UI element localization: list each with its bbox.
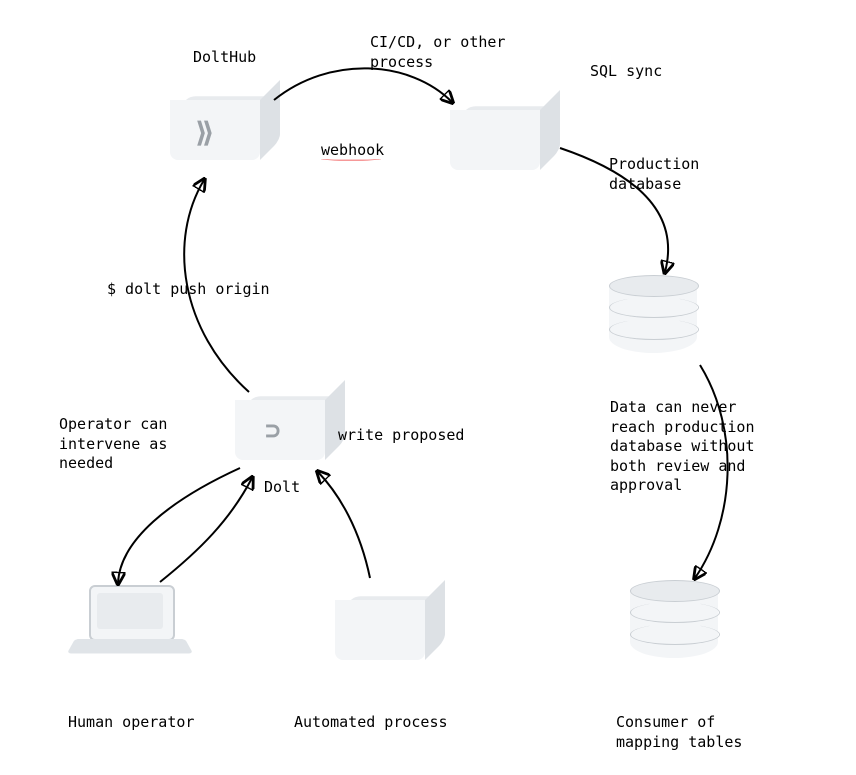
cicd-node xyxy=(450,90,540,180)
proddb-node xyxy=(609,275,697,363)
intervene-label: Operator can intervene as needed xyxy=(59,415,167,474)
dolt-node: ⊃ xyxy=(235,380,325,470)
consumer-node xyxy=(630,580,718,668)
dolthub-node: ⟫ xyxy=(170,80,260,170)
cube-icon xyxy=(450,90,540,180)
diagram-canvas: { "nodes": { "dolthub": {"label": "DoltH… xyxy=(0,0,856,775)
automated-label: Automated process xyxy=(294,713,448,733)
write-proposed-label: write proposed xyxy=(338,426,464,446)
human-label: Human operator xyxy=(68,713,194,733)
note-label: Data can never reach production database… xyxy=(610,398,755,496)
cube-icon xyxy=(335,580,425,670)
dolthub-label: DoltHub xyxy=(193,48,256,68)
push-label: $ dolt push origin xyxy=(107,280,270,300)
laptop-icon xyxy=(75,585,185,665)
automated-node xyxy=(335,580,425,670)
consumer-label: Consumer of mapping tables xyxy=(616,713,742,752)
cube-icon: ⊃ xyxy=(235,380,325,470)
database-icon xyxy=(630,580,718,668)
dolt-label: Dolt xyxy=(264,478,300,498)
spellcheck-squiggle xyxy=(321,157,381,160)
cicd-label: CI/CD, or other process xyxy=(370,33,505,72)
proddb-label: Production database xyxy=(609,155,699,194)
cube-icon: ⟫ xyxy=(170,80,260,170)
sqlsync-label: SQL sync xyxy=(590,62,662,82)
human-node xyxy=(75,585,185,665)
database-icon xyxy=(609,275,697,363)
